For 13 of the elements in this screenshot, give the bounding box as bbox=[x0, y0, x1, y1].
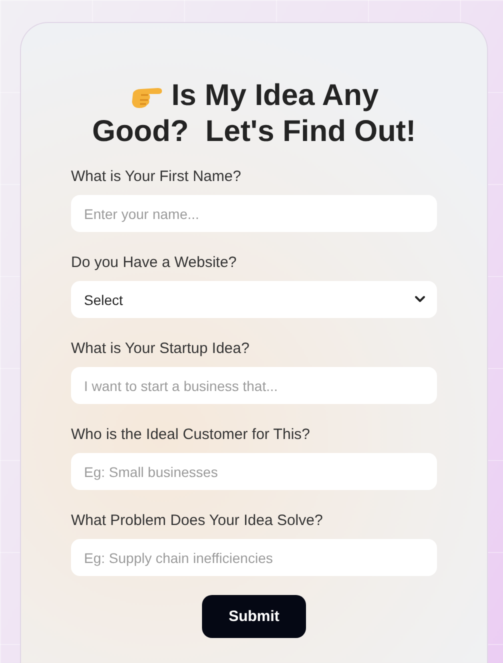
website-select[interactable]: Select bbox=[71, 281, 437, 318]
input-field[interactable]: I want to start a business that... bbox=[71, 367, 437, 404]
input-field[interactable]: Eg: Small businesses bbox=[71, 453, 437, 490]
field-label: What Problem Does Your Idea Solve? bbox=[71, 512, 324, 529]
submit-button[interactable]: Submit bbox=[202, 595, 306, 638]
title-line: Good? Let's Find Out! bbox=[92, 114, 416, 150]
field-label: What is Your First Name? bbox=[71, 168, 242, 185]
field-label: Who is the Ideal Customer for This? bbox=[71, 426, 311, 443]
title-line: Is My Idea Any bbox=[171, 78, 379, 114]
input-field[interactable]: Eg: Supply chain inefficiencies bbox=[71, 539, 437, 576]
field-label: What is Your Startup Idea? bbox=[71, 340, 250, 357]
field-label: Do you Have a Website? bbox=[71, 254, 238, 271]
input-field[interactable]: Enter your name... bbox=[71, 195, 437, 232]
